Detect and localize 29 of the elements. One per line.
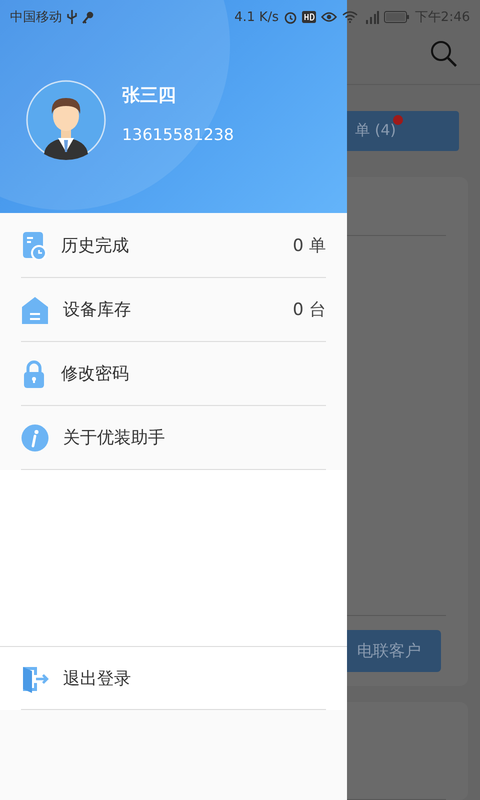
phone-number: 13615581238 <box>122 125 234 144</box>
menu-label: 设备库存 <box>63 299 132 321</box>
exit-icon <box>21 664 49 692</box>
info-icon <box>21 424 49 452</box>
carrier-name: 中国移动 <box>10 9 62 26</box>
item-count: 0 台 <box>292 299 326 321</box>
house-icon <box>21 296 49 324</box>
menu-item[interactable]: 历史完成 0 单 <box>21 214 326 278</box>
user-name: 张三四 <box>122 84 177 107</box>
hd-icon <box>302 11 316 23</box>
battery-icon <box>384 11 410 23</box>
menu-item[interactable]: 修改密码 <box>21 342 326 406</box>
menu-label: 关于优装助手 <box>63 427 166 449</box>
lock-icon <box>21 360 47 388</box>
menu-item[interactable]: 设备库存 0 台 <box>21 278 326 342</box>
item-count: 0 单 <box>292 235 326 257</box>
search-icon[interactable] <box>430 40 458 68</box>
menu-label: 修改密码 <box>61 363 130 385</box>
document-clock-icon <box>21 232 47 260</box>
logout-label: 退出登录 <box>63 668 132 690</box>
key-icon <box>82 10 94 24</box>
menu-label: 历史完成 <box>61 235 130 257</box>
logout-item[interactable]: 退出登录 <box>0 646 347 710</box>
usb-icon <box>67 10 77 24</box>
wifi-icon <box>342 11 358 23</box>
avatar-icon <box>26 80 106 160</box>
eye-icon <box>320 11 337 23</box>
alarm-icon <box>284 10 297 24</box>
network-speed: 4.1 K/s <box>234 10 279 24</box>
